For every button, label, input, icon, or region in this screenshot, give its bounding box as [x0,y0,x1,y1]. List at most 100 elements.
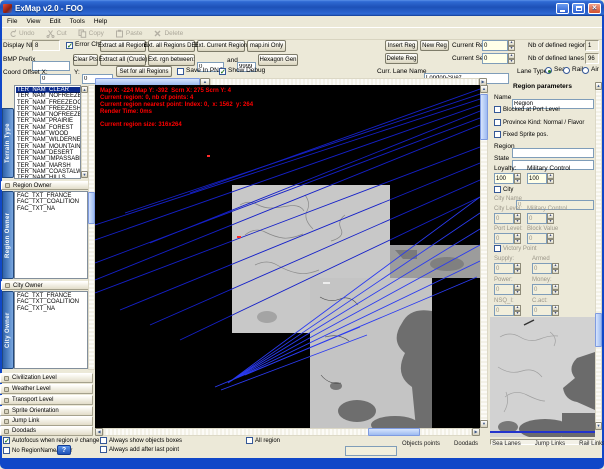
bottom-bar-label[interactable]: Rail Links [579,441,604,447]
victory-point-checkbox[interactable]: Victory Point [494,245,537,252]
armed-stepper[interactable]: 0▲▼ [532,263,559,274]
faction-list-item[interactable]: FAC_TXT_COALITION [16,299,87,305]
close-button[interactable]: × [588,3,601,14]
section-jump-link[interactable]: Jump Link [0,416,93,426]
paste-button[interactable]: Paste [115,29,143,38]
cut-button[interactable]: Cut [46,29,67,38]
spin-down-icon[interactable]: ▼ [508,46,515,52]
delete-reg-button[interactable]: Delete Reg [385,53,418,64]
new-reg-button[interactable]: New Reg [420,40,449,51]
cact-stepper[interactable]: 0▲▼ [532,305,559,316]
insert-reg-button[interactable]: Insert Reg [385,40,418,51]
bottom-bar-label[interactable]: Objects points [402,441,440,447]
terrain-list-item[interactable]: TER_NAM_WILDERNESS [16,137,80,143]
city-owner-list[interactable]: FAC_TXT_FRANCEFAC_TXT_COALITIONFAC_TXT_N… [14,291,88,369]
ext-current-region-button[interactable]: Ext. Current Region [197,40,245,52]
section-weather-level[interactable]: Weather Level [0,384,93,394]
city-owner-header[interactable]: City Owner [1,281,93,290]
city-level-stepper[interactable]: 0▲▼ [494,213,521,224]
city-checkbox[interactable]: City [494,186,513,193]
display-nb-field[interactable]: 8 [32,40,60,51]
terrain-type-list[interactable]: TER_NAM_CLEARTER_NAM_NOFREEZEOCETER_NAM_… [14,85,81,179]
faction-list-item[interactable]: FAC_TXT_COALITION [16,199,87,205]
delete-button[interactable]: Delete [153,29,183,38]
menu-item[interactable]: Help [94,18,107,25]
map-hscroll-thumb[interactable] [368,428,420,436]
map-hscroll-right-arrow[interactable]: ▶ [472,428,480,436]
help-button[interactable]: ? [57,445,71,455]
terrain-scroll-up-arrow[interactable]: ▲ [81,86,88,93]
spin-down-icon[interactable]: ▼ [514,239,521,245]
bottom-bar-label[interactable]: Doodads [454,441,478,447]
bottom-bar-label[interactable]: Jump Links [535,441,565,447]
block-value-stepper[interactable]: 0▲▼ [527,233,554,244]
terrain-list-item[interactable]: TER_NAM_FREEZEOCEAN [16,100,80,106]
extract-all-regions-button[interactable]: Extract all Regions [100,40,146,52]
show-debug-checkbox[interactable]: Show Debug [219,68,265,75]
spin-down-icon[interactable]: ▼ [547,239,554,245]
terrain-list-scrollbar[interactable] [81,86,88,178]
panel-vscroll-thumb[interactable] [595,313,602,347]
ext-rgn-between-button[interactable]: Ext. rgn between: [148,54,195,66]
spin-down-icon[interactable]: ▼ [547,219,554,225]
fixed-sprite-checkbox[interactable]: Fixed Sprite pos. [494,131,548,138]
bottom-bar-label[interactable]: Sea Lanes [492,441,521,447]
terrain-list-item[interactable]: TER_NAM_PRAIRIE [16,118,80,124]
all-region-checkbox[interactable]: All region [246,437,280,444]
save-in-png-checkbox[interactable]: Save In PNG [177,68,224,75]
port-level-stepper[interactable]: 0▲▼ [494,233,521,244]
panel-vscroll-track[interactable] [595,82,602,430]
set-for-all-regions-button[interactable]: Set for all Regions [116,66,172,77]
ext-all-regions-def-button[interactable]: Ext. all Regions DEF [148,40,195,52]
region-owner-list[interactable]: FAC_TXT_FRANCEFAC_TXT_COALITIONFAC_TXT_N… [14,191,88,279]
military-control-stepper[interactable]: 100▲▼ [527,173,554,184]
city-owner-tab[interactable]: City Owner [2,291,14,369]
section-transport-level[interactable]: Transport Level [0,395,93,405]
section-doodads[interactable]: Doodads [0,426,93,436]
maximize-button[interactable] [572,3,585,14]
spin-down-icon[interactable]: ▼ [552,269,559,275]
spin-down-icon[interactable]: ▼ [508,59,515,65]
terrain-list-item[interactable]: TER_NAM_HILLS [16,175,80,179]
spin-down-icon[interactable]: ▼ [552,290,559,296]
extract-all-crude-button[interactable]: Extract all (Crude) [100,54,146,66]
map-vscroll-down-arrow[interactable]: ▼ [480,420,488,428]
autofocus-checkbox[interactable]: Autofocus when region # change [3,437,99,444]
terrain-type-tab[interactable]: Terrain Type [2,108,14,178]
section-civilization-level[interactable]: Civilization Level [0,373,93,383]
spin-down-icon[interactable]: ▼ [514,290,521,296]
power-stepper[interactable]: 0▲▼ [494,284,521,295]
spin-down-icon[interactable]: ▼ [514,311,521,317]
panel-vscroll-down-arrow[interactable]: ▼ [595,422,602,430]
always-show-objects-checkbox[interactable]: Always show objects boxes [100,437,182,444]
province-kind-checkbox[interactable]: Province Kind: Normal / Flavor [494,119,584,126]
copy-button[interactable]: Copy [78,29,104,38]
panel-vscroll-up-arrow[interactable]: ▲ [595,82,602,90]
region-owner-header[interactable]: Region Owner [1,181,93,190]
map-hscroll-left-arrow[interactable]: ◀ [95,428,103,436]
bottom-bar-field[interactable] [345,446,397,456]
blocked-port-checkbox[interactable]: Blocked at Port Level [494,106,560,113]
spin-down-icon[interactable]: ▼ [552,311,559,317]
hexagon-gen-button[interactable]: Hexagon Gen [258,54,298,66]
spin-down-icon[interactable]: ▼ [514,219,521,225]
spin-down-icon[interactable]: ▼ [514,179,521,185]
menu-item[interactable]: View [26,18,40,25]
map-preview[interactable] [490,317,595,437]
lane-type-air-radio[interactable]: Air [582,67,599,74]
loyalty-stepper[interactable]: 100▲▼ [494,173,521,184]
coord-x-input[interactable] [40,74,71,84]
lane-type-rail-radio[interactable]: Rail [563,67,583,74]
terrain-scroll-down-arrow[interactable]: ▼ [81,171,88,178]
undo-button[interactable]: Undo [8,29,35,38]
current-sea-lane-stepper[interactable]: 0▲▼ [482,53,515,64]
always-add-checkbox[interactable]: Always add after last point [100,446,179,453]
money-stepper[interactable]: 0▲▼ [532,284,559,295]
clear-pts-button[interactable]: Clear Pts [73,54,98,66]
terrain-list-item[interactable]: TER_NAM_IMPASSABLEPK [16,156,80,162]
faction-list-item[interactable]: FAC_TXT_NA [16,306,87,312]
menu-item[interactable]: Tools [70,18,85,25]
map-vscroll-up-arrow[interactable]: ▲ [480,85,488,93]
title-bar[interactable]: ExMap v2.0 - FOO × [0,0,604,16]
faction-list-item[interactable]: FAC_TXT_NA [16,206,87,212]
